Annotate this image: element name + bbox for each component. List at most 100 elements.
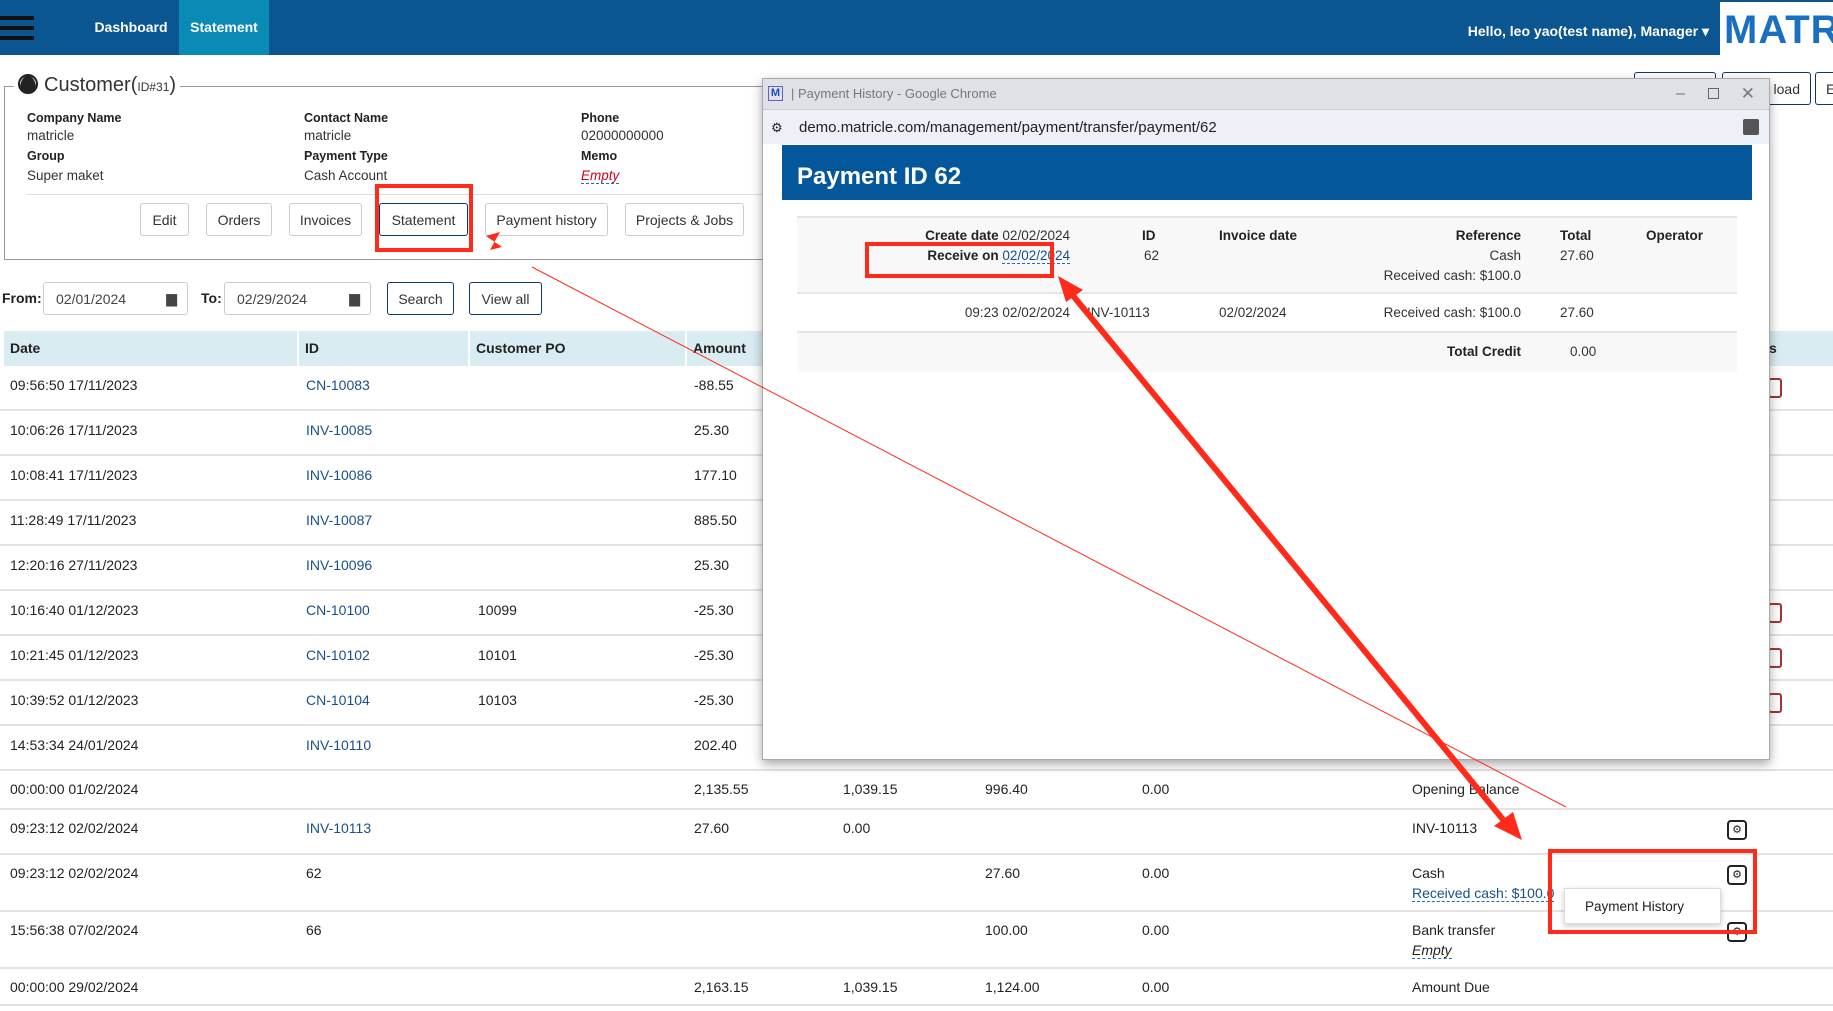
minimize-icon[interactable]: – (1676, 79, 1685, 109)
translate-icon[interactable] (1743, 119, 1759, 135)
hamburger-menu-icon[interactable] (0, 16, 34, 40)
cell-date: 00:00:00 01/02/2024 (10, 781, 139, 797)
top-right-button-3[interactable]: E (1815, 72, 1833, 105)
cell-value: 1,124.00 (985, 979, 1040, 995)
cell-amount: -25.30 (694, 602, 734, 618)
cell-reference: Cash (1412, 865, 1445, 881)
cell-value: 0.00 (1142, 979, 1170, 995)
cell-id-link[interactable]: CN-10100 (306, 602, 370, 618)
table-row: 00:00:00 01/02/2024 2,135.55 1,039.15 99… (0, 771, 1833, 810)
table-row: 15:56:38 07/02/2024 66 100.00 0.00 Bank … (0, 912, 1833, 969)
gear-menu-icon[interactable]: ⚙ (1727, 865, 1747, 885)
value-phone: 02000000000 (581, 128, 664, 143)
view-all-button[interactable]: View all (469, 282, 542, 315)
cell-amount: 202.40 (694, 737, 737, 753)
cell-amount: 25.30 (694, 422, 730, 438)
cell-reference-note[interactable]: Received cash: $100.0 (1412, 885, 1555, 902)
url-text: demo.matricle.com/management/payment/tra… (799, 119, 1217, 136)
payment-row-total-credit: Total Credit 0.00 (797, 331, 1737, 372)
value-payment-type: Cash Account (304, 168, 388, 183)
payment-row-header: Create date 02/02/2024 Receive on 02/02/… (797, 216, 1737, 292)
invoice-link[interactable]: INV-10113 (1087, 305, 1150, 320)
cell-reference: Bank transfer (1412, 922, 1496, 938)
table-row: 09:23:12 02/02/2024 62 27.60 0.00 Cash R… (0, 855, 1833, 912)
cell-amount: 27.60 (694, 820, 730, 836)
to-date-input[interactable]: 02/29/2024 ▆ (224, 282, 371, 315)
label-group: Group (27, 149, 65, 163)
cell-po: 10099 (478, 602, 517, 618)
pdf-icon[interactable] (1768, 603, 1782, 623)
edit-button[interactable]: Edit (140, 203, 189, 236)
cell-po: 10103 (478, 692, 517, 708)
user-greeting: Hello, leo yao(test name), Manager (1467, 23, 1699, 39)
gear-menu-icon[interactable]: ⚙ (1727, 820, 1747, 840)
cell-amount: 2,135.55 (694, 781, 749, 797)
cell-reference: Amount Due (1412, 979, 1490, 995)
nav-statement[interactable]: Statement (179, 0, 269, 55)
payment-history-popup-window: M | Payment History - Google Chrome – ✕ … (762, 78, 1770, 760)
gear-menu-icon[interactable]: ⚙ (1727, 922, 1747, 942)
logo: MATRI (1720, 2, 1833, 55)
value-company-name: matricle (27, 128, 75, 143)
cell-id-link[interactable]: INV-10086 (306, 467, 372, 483)
cell-date: 10:21:45 01/12/2023 (10, 647, 139, 663)
dropdown-payment-history[interactable]: Payment History (1564, 888, 1721, 924)
value-group: Super maket (27, 168, 104, 183)
cell-value: 0.00 (1142, 781, 1170, 797)
calendar-icon[interactable]: ▆ (166, 290, 177, 307)
pdf-icon[interactable] (1768, 378, 1782, 398)
label-company-name: Company Name (27, 111, 122, 125)
customer-title: Customer(ID#31) (14, 74, 181, 97)
cell-amount: -25.30 (694, 647, 734, 663)
cell-id: 66 (306, 922, 322, 938)
statement-button[interactable]: Statement (379, 203, 468, 236)
nav-dashboard[interactable]: Dashboard (86, 0, 176, 55)
cell-value: 0.00 (1142, 865, 1170, 881)
cell-value: 996.40 (985, 781, 1028, 797)
calendar-icon[interactable]: ▆ (349, 290, 360, 307)
cell-id-link[interactable]: INV-10087 (306, 512, 372, 528)
cell-date: 10:39:52 01/12/2023 (10, 692, 139, 708)
favicon-icon: M (768, 86, 783, 101)
table-row: 09:23:12 02/02/2024 INV-10113 27.60 0.00… (0, 810, 1833, 855)
maximize-icon[interactable] (1708, 88, 1719, 99)
col-id: ID (299, 331, 468, 366)
cell-po: 10101 (478, 647, 517, 663)
orders-button[interactable]: Orders (206, 203, 272, 236)
projects-jobs-button[interactable]: Projects & Jobs (625, 203, 744, 236)
cell-value: 1,039.15 (843, 781, 898, 797)
cell-amount: -25.30 (694, 692, 734, 708)
search-button[interactable]: Search (387, 282, 454, 315)
memo-editable[interactable]: Empty (581, 168, 620, 184)
cell-id-link[interactable]: INV-10085 (306, 422, 372, 438)
cell-date: 10:06:26 17/11/2023 (10, 422, 138, 438)
cell-value: 0.00 (1142, 922, 1170, 938)
cell-id-link[interactable]: CN-10104 (306, 692, 370, 708)
from-date-input[interactable]: 02/01/2024 ▆ (43, 282, 188, 315)
invoices-button[interactable]: Invoices (289, 203, 362, 236)
cell-date: 09:56:50 17/11/2023 (10, 377, 138, 393)
cell-reference-note[interactable]: Empty (1412, 942, 1452, 959)
pdf-icon[interactable] (1768, 693, 1782, 713)
top-navbar: Dashboard Statement Hello, leo yao(test … (0, 0, 1833, 55)
close-icon[interactable]: ✕ (1741, 79, 1755, 109)
cell-amount: 177.10 (694, 467, 737, 483)
receive-date-editable[interactable]: 02/02/2024 (1002, 248, 1070, 264)
cell-reference: Opening Balance (1412, 781, 1520, 797)
address-bar[interactable]: ⚙ demo.matricle.com/management/payment/t… (763, 109, 1769, 144)
user-menu[interactable]: Hello, leo yao(test name), Manager ▾ (1468, 0, 1709, 62)
cell-id-link[interactable]: CN-10083 (306, 377, 370, 393)
table-row: 00:00:00 29/02/2024 2,163.15 1,039.15 1,… (0, 969, 1833, 1006)
site-settings-icon[interactable]: ⚙ (771, 110, 783, 145)
cell-id[interactable]: INV-10113 (306, 820, 371, 836)
window-titlebar: M | Payment History - Google Chrome – ✕ (763, 79, 1769, 109)
label-memo: Memo (581, 149, 618, 163)
cell-amount: 885.50 (694, 512, 737, 528)
cell-reference: INV-10113 (1412, 820, 1478, 836)
cell-id-link[interactable]: INV-10096 (306, 557, 372, 573)
cell-id-link[interactable]: INV-10110 (306, 737, 371, 753)
payment-history-button[interactable]: Payment history (485, 203, 608, 236)
cell-amount: 25.30 (694, 557, 730, 573)
pdf-icon[interactable] (1768, 648, 1782, 668)
cell-id-link[interactable]: CN-10102 (306, 647, 370, 663)
